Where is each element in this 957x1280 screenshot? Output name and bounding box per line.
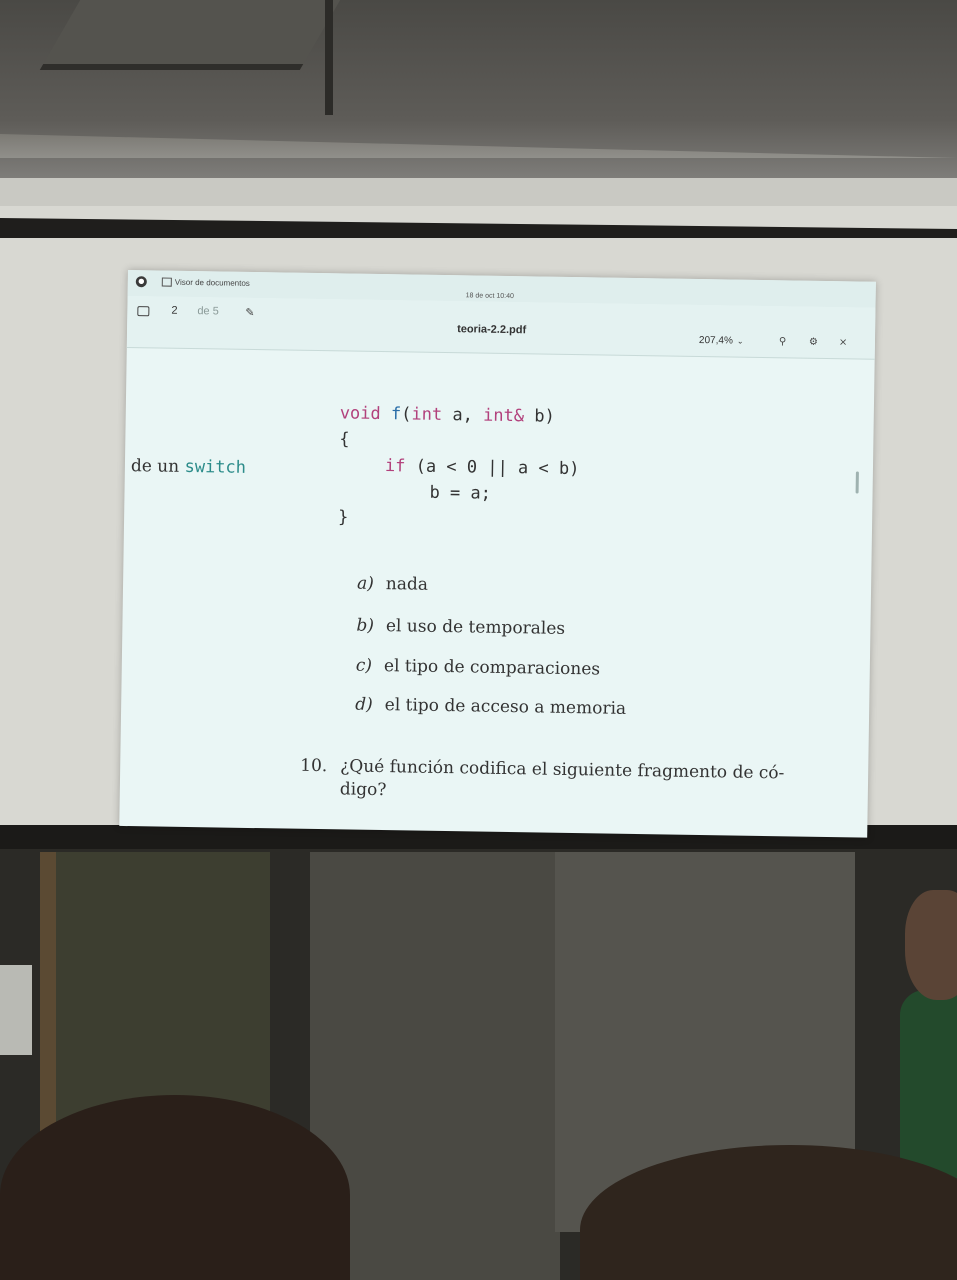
page-number-input[interactable]: 2 — [171, 305, 177, 317]
answer-letter: a) — [356, 573, 375, 594]
code-line-3: if (a < 0 || a < b) — [385, 456, 580, 479]
zoom-value: 207,4% — [698, 334, 733, 347]
question-text-line-1: ¿Qué función codifica el siguiente fragm… — [340, 756, 785, 784]
annotate-icon[interactable]: ✎ — [245, 306, 254, 319]
code-text: b) — [523, 406, 555, 427]
code-keyword: int& — [482, 405, 525, 427]
code-line-4: b = a; — [429, 482, 492, 504]
presenter-head — [905, 890, 957, 1000]
code-text: ( — [401, 404, 412, 425]
page-count: de 5 — [197, 305, 219, 318]
answer-a: a) nada — [357, 574, 428, 595]
chevron-down-icon: ⌄ — [736, 336, 744, 346]
clock[interactable]: 18 de oct 10:40 — [466, 292, 514, 300]
electrical-panel — [0, 965, 32, 1055]
answer-c: c) el tipo de comparaciones — [356, 656, 601, 680]
audience-head-left — [0, 1095, 350, 1280]
document-viewer-icon — [161, 277, 172, 287]
answer-b: b) el uso de temporales — [356, 616, 565, 639]
ceiling-light-fixture — [39, 0, 341, 70]
answer-text: nada — [385, 574, 429, 595]
code-text: (a < 0 || a < b) — [405, 456, 580, 480]
answer-text: el tipo de acceso a memoria — [384, 695, 627, 719]
answer-d: d) el tipo de acceso a memoria — [355, 695, 626, 719]
question-10: 10. ¿Qué función codifica el siguiente fr… — [300, 755, 861, 810]
menu-icon[interactable]: ⚙ — [809, 337, 818, 348]
fragment-text: de un — [130, 456, 180, 477]
answer-letter: d) — [355, 694, 373, 715]
search-icon[interactable]: ⚲ — [779, 336, 787, 347]
previous-question-fragment: de un switch — [131, 456, 246, 478]
activities-icon[interactable]: ● — [135, 276, 147, 288]
document-title: teoria-2.2.pdf — [457, 323, 527, 337]
answer-text: el uso de temporales — [385, 616, 566, 639]
code-line-5: } — [337, 507, 349, 528]
code-line-1: void f(int a, int& b) — [340, 403, 555, 426]
fragment-code: switch — [184, 456, 247, 478]
code-keyword: if — [384, 456, 406, 477]
ceiling-rod — [325, 0, 333, 115]
zoom-select[interactable]: 207,4% ⌄ — [699, 335, 744, 347]
code-line-2: { — [339, 429, 350, 450]
code-keyword: void — [339, 403, 381, 424]
sidebar-icon[interactable] — [137, 306, 150, 317]
app-menu[interactable]: Visor de documentos — [161, 277, 250, 288]
answer-letter: c) — [355, 655, 373, 676]
code-keyword: int — [411, 404, 443, 425]
page-content: de un switch void f(int a, int& b) { if … — [119, 348, 874, 838]
answer-text: el tipo de comparaciones — [383, 656, 601, 680]
close-icon[interactable]: × — [839, 337, 848, 348]
code-text: a, — [442, 404, 484, 426]
document-viewer-window: ● Visor de documentos 18 de oct 10:40 2 … — [119, 270, 876, 838]
app-name: Visor de documentos — [174, 277, 250, 288]
answer-letter: b) — [356, 615, 375, 636]
question-number: 10. — [300, 755, 328, 777]
